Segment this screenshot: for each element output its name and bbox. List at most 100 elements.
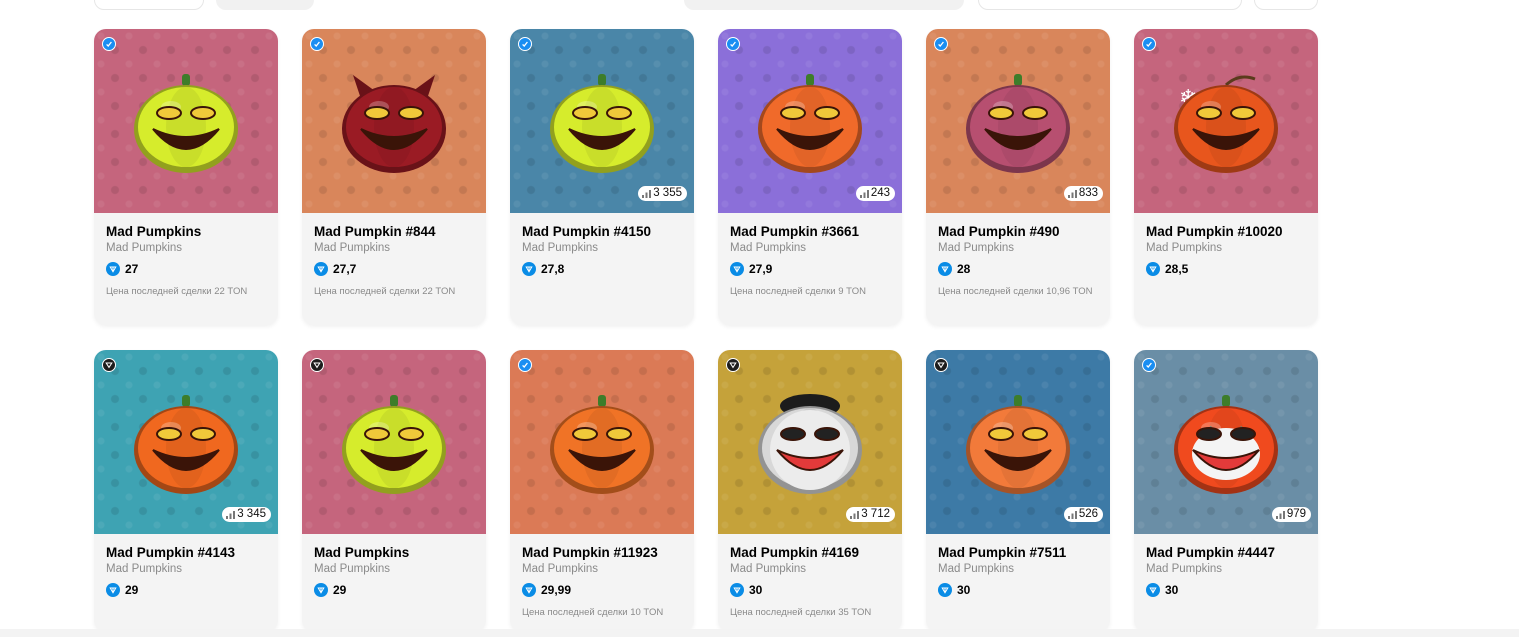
bar-chart-icon	[850, 511, 860, 519]
pumpkin-image	[963, 71, 1073, 175]
nft-image[interactable]: 3 355	[510, 29, 694, 213]
nft-card[interactable]: 3 712 Mad Pumpkin #4169 Mad Pumpkins 30 …	[718, 350, 902, 632]
nft-title[interactable]: Mad Pumpkins	[106, 224, 278, 239]
last-sale-price: Цена последней сделки 9 TON	[730, 286, 867, 297]
price-value: 29	[333, 583, 347, 597]
nft-image[interactable]: 3 712	[718, 350, 902, 534]
collection-name[interactable]: Mad Pumpkins	[938, 563, 1110, 575]
nft-title[interactable]: Mad Pumpkins	[314, 545, 486, 560]
nft-title[interactable]: Mad Pumpkin #10020	[1146, 224, 1318, 239]
ton-icon	[1146, 583, 1160, 597]
collection-name[interactable]: Mad Pumpkins	[1146, 242, 1318, 254]
nft-card[interactable]: Mad Pumpkins Mad Pumpkins 29	[302, 350, 486, 632]
nft-title[interactable]: Mad Pumpkin #11923	[522, 545, 694, 560]
nft-title[interactable]: Mad Pumpkin #7511	[938, 545, 1110, 560]
nft-image[interactable]: 243	[718, 29, 902, 213]
rarity-badge: 979	[1271, 507, 1311, 522]
price-row: 27	[106, 262, 278, 276]
nft-card[interactable]: Mad Pumpkin #11923 Mad Pumpkins 29,99 Це…	[510, 350, 694, 632]
price-row: 27,7	[314, 262, 486, 276]
price-value: 29,99	[541, 583, 572, 597]
ton-icon	[106, 262, 120, 276]
last-sale-price: Цена последней сделки 22 TON	[314, 286, 456, 297]
nft-title[interactable]: Mad Pumpkin #4447	[1146, 545, 1318, 560]
ton-icon	[938, 583, 952, 597]
pumpkin-image	[963, 392, 1073, 496]
nft-card[interactable]: 833 Mad Pumpkin #490 Mad Pumpkins 28 Цен…	[926, 29, 1110, 325]
nft-title[interactable]: Mad Pumpkin #844	[314, 224, 486, 239]
collection-name[interactable]: Mad Pumpkins	[106, 563, 278, 575]
nft-card[interactable]: 243 Mad Pumpkin #3661 Mad Pumpkins 27,9 …	[718, 29, 902, 325]
price-row: 28	[938, 262, 1110, 276]
last-sale-price: Цена последней сделки 10 TON	[522, 607, 664, 618]
nft-image[interactable]: 979	[1134, 350, 1318, 534]
ton-icon	[938, 262, 952, 276]
ton-icon	[1146, 262, 1160, 276]
nft-card[interactable]: Mad Pumpkins Mad Pumpkins 27 Цена послед…	[94, 29, 278, 325]
nft-image[interactable]: 3 345	[94, 350, 278, 534]
price-row: 29,99	[522, 583, 694, 597]
nft-title[interactable]: Mad Pumpkin #4143	[106, 545, 278, 560]
nft-card[interactable]: 3 355 Mad Pumpkin #4150 Mad Pumpkins 27,…	[510, 29, 694, 325]
price-row: 29	[106, 583, 278, 597]
pumpkin-image	[131, 71, 241, 175]
collection-name[interactable]: Mad Pumpkins	[938, 242, 1110, 254]
rarity-value: 3 712	[861, 508, 890, 520]
price-value: 27	[125, 262, 139, 276]
rarity-value: 243	[870, 187, 890, 199]
nft-image[interactable]: 833	[926, 29, 1110, 213]
nft-title[interactable]: Mad Pumpkin #3661	[730, 224, 902, 239]
nft-card[interactable]: ❄❄❄ Mad Pumpkin #10020 Mad Pumpkins 28,5	[1134, 29, 1318, 325]
nft-image[interactable]: 526	[926, 350, 1110, 534]
price-value: 30	[1165, 583, 1179, 597]
price-row: 30	[730, 583, 902, 597]
rarity-badge: 3 355	[638, 186, 687, 201]
rarity-value: 3 355	[653, 187, 682, 199]
price-value: 30	[957, 583, 971, 597]
ton-icon	[314, 583, 328, 597]
nft-card[interactable]: 526 Mad Pumpkin #7511 Mad Pumpkins 30	[926, 350, 1110, 632]
nft-card[interactable]: Mad Pumpkin #844 Mad Pumpkins 27,7 Цена …	[302, 29, 486, 325]
ton-icon	[522, 583, 536, 597]
nft-title[interactable]: Mad Pumpkin #4150	[522, 224, 694, 239]
nft-image[interactable]	[302, 350, 486, 534]
nft-image[interactable]	[94, 29, 278, 213]
nft-title[interactable]: Mad Pumpkin #4169	[730, 545, 902, 560]
verified-icon	[726, 37, 740, 51]
nft-card[interactable]: 3 345 Mad Pumpkin #4143 Mad Pumpkins 29	[94, 350, 278, 632]
nft-title[interactable]: Mad Pumpkin #490	[938, 224, 1110, 239]
ton-icon	[730, 583, 744, 597]
nft-image[interactable]: ❄❄❄	[1134, 29, 1318, 213]
pumpkin-image: ❄❄❄	[1171, 71, 1281, 175]
pumpkin-image	[755, 392, 865, 496]
price-row: 30	[1146, 583, 1318, 597]
ton-icon	[730, 262, 744, 276]
collection-name[interactable]: Mad Pumpkins	[314, 563, 486, 575]
nft-image[interactable]	[302, 29, 486, 213]
bar-chart-icon	[1275, 511, 1285, 519]
rarity-value: 979	[1286, 508, 1306, 520]
collection-name[interactable]: Mad Pumpkins	[730, 242, 902, 254]
rarity-badge: 3 712	[846, 507, 895, 522]
nft-card[interactable]: 979 Mad Pumpkin #4447 Mad Pumpkins 30	[1134, 350, 1318, 632]
rarity-badge: 833	[1063, 186, 1103, 201]
price-value: 27,8	[541, 262, 565, 276]
price-value: 27,9	[749, 262, 773, 276]
collection-name[interactable]: Mad Pumpkins	[730, 563, 902, 575]
nft-image[interactable]	[510, 350, 694, 534]
rarity-value: 526	[1078, 508, 1098, 520]
collection-name[interactable]: Mad Pumpkins	[522, 242, 694, 254]
price-filter[interactable]	[978, 0, 1242, 10]
collection-name[interactable]: Mad Pumpkins	[1146, 563, 1318, 575]
sort-button[interactable]	[216, 0, 314, 10]
search-input[interactable]	[684, 0, 964, 10]
collection-name[interactable]: Mad Pumpkins	[314, 242, 486, 254]
collection-name[interactable]: Mad Pumpkins	[106, 242, 278, 254]
verified-icon	[1142, 37, 1156, 51]
collection-name[interactable]: Mad Pumpkins	[522, 563, 694, 575]
getgems-icon	[934, 358, 948, 372]
pumpkin-image	[339, 71, 449, 175]
verified-icon	[102, 37, 116, 51]
view-toggle[interactable]	[1254, 0, 1318, 10]
filter-button[interactable]	[94, 0, 204, 10]
